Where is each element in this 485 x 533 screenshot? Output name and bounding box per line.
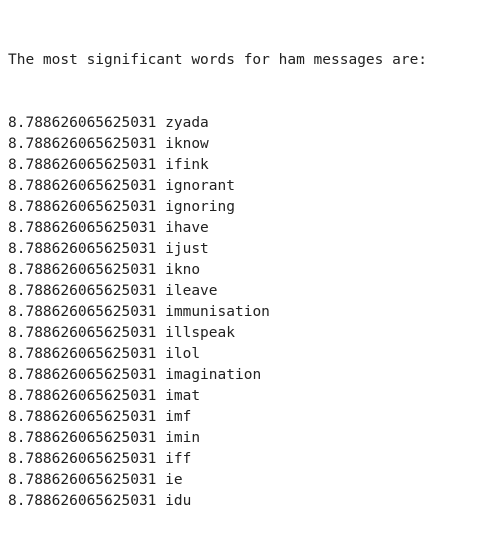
list-item: 8.788626065625031 iff xyxy=(8,449,485,470)
word-text: ie xyxy=(165,472,183,488)
list-item: 8.788626065625031 illspeak xyxy=(8,323,485,344)
word-text: ignorant xyxy=(165,178,235,194)
word-text: imat xyxy=(165,388,201,404)
list-item: 8.788626065625031 ijust xyxy=(8,239,485,260)
list-item: 8.788626065625031 ileave xyxy=(8,281,485,302)
word-text: ifink xyxy=(165,157,209,173)
list-item: 8.788626065625031 ifink xyxy=(8,155,485,176)
list-item: 8.788626065625031 immunisation xyxy=(8,302,485,323)
word-score: 8.788626065625031 xyxy=(8,472,157,488)
cell-output: The most significant words for ham messa… xyxy=(8,8,485,533)
list-item: 8.788626065625031 ikno xyxy=(8,260,485,281)
word-text: imf xyxy=(165,409,192,425)
word-score: 8.788626065625031 xyxy=(8,115,157,131)
word-text: immunisation xyxy=(165,304,270,320)
word-score: 8.788626065625031 xyxy=(8,241,157,257)
word-score: 8.788626065625031 xyxy=(8,493,157,509)
word-score: 8.788626065625031 xyxy=(8,367,157,383)
list-item: 8.788626065625031 imat xyxy=(8,386,485,407)
word-score: 8.788626065625031 xyxy=(8,199,157,215)
word-score: 8.788626065625031 xyxy=(8,304,157,320)
word-score: 8.788626065625031 xyxy=(8,346,157,362)
word-score-list: 8.788626065625031 zyada 8.788626065625031… xyxy=(8,113,485,512)
word-text: ignoring xyxy=(165,199,235,215)
list-item: 8.788626065625031 ie xyxy=(8,470,485,491)
list-item: 8.788626065625031 ilol xyxy=(8,344,485,365)
word-score: 8.788626065625031 xyxy=(8,430,157,446)
list-item: 8.788626065625031 imagination xyxy=(8,365,485,386)
word-text: iff xyxy=(165,451,192,467)
word-text: illspeak xyxy=(165,325,235,341)
output-heading: The most significant words for ham messa… xyxy=(8,52,428,68)
word-score: 8.788626065625031 xyxy=(8,220,157,236)
word-score: 8.788626065625031 xyxy=(8,283,157,299)
word-text: imin xyxy=(165,430,201,446)
word-score: 8.788626065625031 xyxy=(8,409,157,425)
list-item: 8.788626065625031 idu xyxy=(8,491,485,512)
list-item: 8.788626065625031 imf xyxy=(8,407,485,428)
list-item: 8.788626065625031 ihave xyxy=(8,218,485,239)
word-score: 8.788626065625031 xyxy=(8,388,157,404)
list-item: 8.788626065625031 iknow xyxy=(8,134,485,155)
word-text: ikno xyxy=(165,262,201,278)
list-item: 8.788626065625031 imin xyxy=(8,428,485,449)
word-text: zyada xyxy=(165,115,209,131)
word-text: ileave xyxy=(165,283,218,299)
word-text: iknow xyxy=(165,136,209,152)
word-score: 8.788626065625031 xyxy=(8,325,157,341)
word-score: 8.788626065625031 xyxy=(8,157,157,173)
list-item: 8.788626065625031 ignorant xyxy=(8,176,485,197)
word-text: imagination xyxy=(165,367,262,383)
word-text: ijust xyxy=(165,241,209,257)
word-text: ilol xyxy=(165,346,201,362)
word-score: 8.788626065625031 xyxy=(8,262,157,278)
word-score: 8.788626065625031 xyxy=(8,451,157,467)
word-score: 8.788626065625031 xyxy=(8,178,157,194)
word-score: 8.788626065625031 xyxy=(8,136,157,152)
list-item: 8.788626065625031 ignoring xyxy=(8,197,485,218)
word-text: idu xyxy=(165,493,192,509)
list-item: 8.788626065625031 zyada xyxy=(8,113,485,134)
word-text: ihave xyxy=(165,220,209,236)
